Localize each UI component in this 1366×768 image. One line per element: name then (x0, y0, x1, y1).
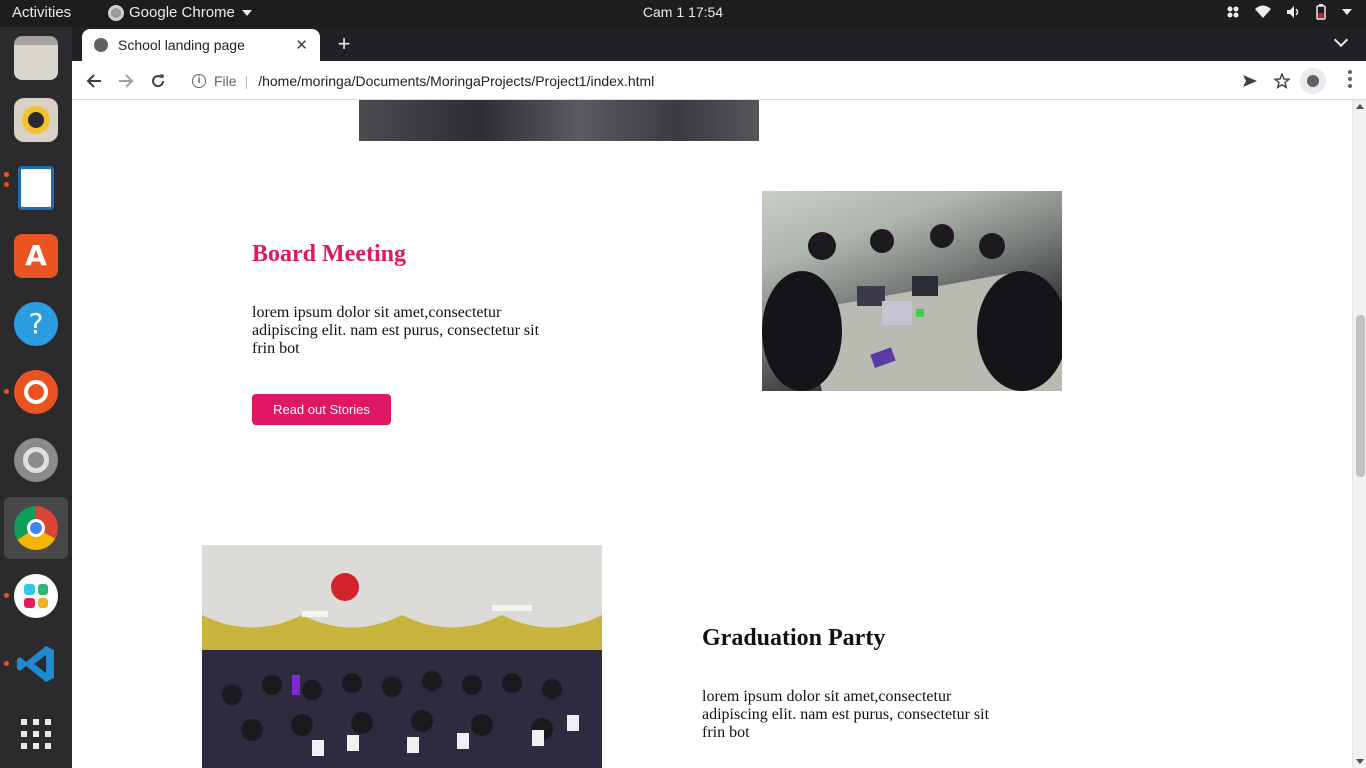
menu-kebab-icon[interactable] (1348, 70, 1352, 88)
scroll-down-arrow-icon[interactable] (1356, 759, 1364, 764)
profile-avatar[interactable] (1300, 68, 1326, 94)
address-url: /home/moringa/Documents/MoringaProjects/… (258, 72, 655, 89)
send-icon (1243, 75, 1257, 87)
tab-strip: School landing page ✕ + (72, 27, 1366, 61)
address-bar[interactable]: i File | /home/moringa/Documents/Moringa… (182, 65, 1292, 96)
scroll-up-arrow-icon[interactable] (1356, 104, 1364, 109)
dock-item-vscode[interactable] (4, 633, 68, 695)
page-viewport: Board Meeting lorem ipsum dolor sit amet… (72, 100, 1366, 768)
dock: A ? (0, 27, 72, 768)
dock-item-rhythmbox[interactable] (4, 89, 68, 151)
chrome-app-icon (108, 4, 124, 21)
system-tray[interactable] (1226, 4, 1352, 20)
app-menu-label: Google Chrome (129, 4, 235, 21)
read-out-stories-button[interactable]: Read out Stories (252, 394, 391, 425)
send-button[interactable] (1238, 69, 1262, 93)
new-tab-button[interactable]: + (330, 31, 358, 59)
close-icon[interactable]: ✕ (295, 36, 308, 54)
board-meeting-text: lorem ipsum dolor sit amet,consectetur a… (252, 304, 540, 357)
graduation-party-text: lorem ipsum dolor sit amet,consectetur a… (702, 688, 990, 741)
vertical-scrollbar[interactable] (1352, 100, 1366, 768)
ubuntu-icon (14, 370, 58, 414)
address-separator: | (244, 72, 249, 89)
board-meeting-heading: Board Meeting (252, 241, 406, 267)
wifi-icon[interactable] (1254, 5, 1272, 19)
system-menu-chevron-icon[interactable] (1342, 9, 1352, 15)
dock-item-writer[interactable] (4, 157, 68, 219)
browser-toolbar: i File | /home/moringa/Documents/Moringa… (72, 61, 1366, 100)
dock-item-slack[interactable] (4, 565, 68, 627)
address-scheme: File (214, 72, 237, 89)
show-applications-button[interactable] (4, 703, 68, 765)
chrome-icon (14, 506, 58, 550)
arrow-left-icon (86, 74, 101, 88)
graduation-party-photo (202, 545, 602, 768)
rhythmbox-icon (14, 98, 58, 142)
board-meeting-photo (762, 191, 1062, 391)
slack-icon (14, 574, 58, 618)
scrollbar-thumb[interactable] (1356, 315, 1365, 477)
reload-button[interactable] (146, 69, 170, 93)
star-icon (1274, 73, 1290, 89)
system-top-bar: Activities Google Chrome Cam 1 17:54 (0, 0, 1366, 27)
help-icon: ? (14, 302, 58, 346)
reload-icon (152, 74, 165, 88)
grid-icon (21, 719, 51, 749)
app-menu[interactable]: Google Chrome (108, 4, 252, 21)
dock-item-software[interactable]: A (4, 225, 68, 287)
dock-item-chrome[interactable] (4, 497, 68, 559)
volume-icon[interactable] (1286, 5, 1302, 19)
forward-button[interactable] (114, 69, 138, 93)
dock-item-ubuntu[interactable] (4, 361, 68, 423)
dock-item-settings[interactable] (4, 429, 68, 491)
tab-title: School landing page (118, 37, 245, 53)
info-icon[interactable]: i (192, 73, 206, 88)
ubuntu-software-icon: A (14, 234, 58, 278)
writer-icon (18, 166, 54, 210)
activities-button[interactable]: Activities (12, 4, 71, 21)
back-button[interactable] (82, 69, 106, 93)
slack-tray-icon[interactable] (1226, 5, 1240, 19)
arrow-right-icon (119, 74, 134, 88)
dock-item-files[interactable] (4, 27, 68, 89)
meeting-photo-shapes (762, 224, 1062, 391)
dock-item-help[interactable]: ? (4, 293, 68, 355)
tab-search-chevron-icon[interactable] (1333, 32, 1349, 48)
graduation-party-heading: Graduation Party (702, 625, 886, 651)
files-icon (14, 36, 58, 80)
graduation-photo-shapes (202, 545, 602, 768)
battery-icon[interactable] (1316, 4, 1326, 20)
vscode-icon (17, 646, 54, 682)
person-icon (1307, 75, 1319, 87)
globe-icon (94, 38, 108, 52)
section-photo-partial (359, 100, 759, 141)
bookmark-button[interactable] (1270, 69, 1294, 93)
chevron-down-icon (241, 9, 252, 16)
tab-school-landing-page[interactable]: School landing page ✕ (82, 29, 320, 61)
gear-icon (14, 438, 58, 482)
